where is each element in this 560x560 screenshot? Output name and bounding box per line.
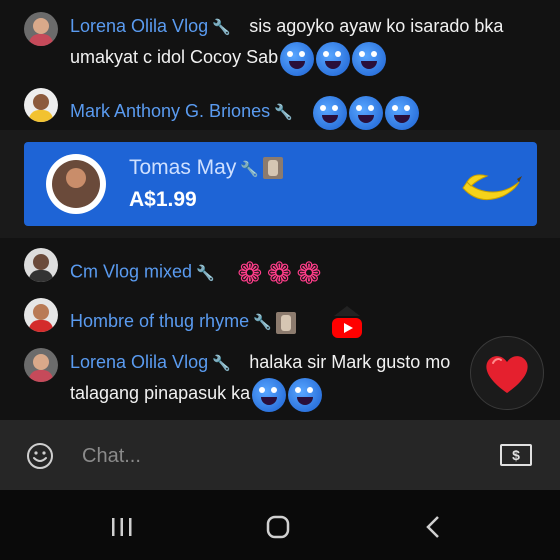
author-name[interactable]: Mark Anthony G. Briones — [70, 101, 270, 121]
avatar[interactable] — [24, 348, 58, 382]
waving-hand-icon: ❁ — [266, 257, 292, 290]
superchat-amount: A$1.99 — [129, 188, 197, 211]
laughing-emoji-icon — [288, 378, 323, 412]
author-name[interactable]: Hombre of thug rhyme — [70, 311, 249, 331]
laughing-emoji-icon — [385, 96, 420, 130]
avatar[interactable] — [24, 298, 58, 332]
smiley-icon[interactable] — [26, 442, 54, 470]
member-badge-icon — [263, 157, 284, 180]
message-text: sis agoyko ayaw ko isarado bka — [249, 16, 504, 36]
heart-icon — [486, 356, 528, 393]
home-icon[interactable] — [258, 512, 298, 542]
chat-input[interactable] — [80, 440, 464, 472]
wrench-icon: 🔧 — [212, 355, 231, 372]
youtube-icon — [330, 306, 364, 340]
laughing-emoji-icon — [252, 378, 287, 412]
wrench-icon: 🔧 — [212, 19, 231, 36]
laughing-emoji-icon — [352, 42, 387, 76]
author-name[interactable]: Lorena Olila Vlog — [70, 16, 208, 36]
super-chat-button[interactable]: $ — [500, 444, 532, 466]
chat-message: Mark Anthony G. Briones 🔧 — [0, 84, 560, 130]
chat-message: Cm Vlog mixed 🔧 ❁ ❁ ❁ — [0, 244, 560, 290]
waving-hand-icon: ❁ — [296, 257, 322, 290]
wrench-icon: 🔧 — [274, 104, 293, 122]
heart-reaction-button[interactable] — [470, 336, 544, 410]
message-text: halaka sir Mark gusto mo — [249, 352, 451, 372]
avatar[interactable] — [24, 12, 58, 46]
avatar[interactable] — [46, 154, 106, 214]
author-name[interactable]: Lorena Olila Vlog — [70, 352, 208, 372]
avatar[interactable] — [24, 248, 58, 282]
message-text: talagang pinapasuk ka — [70, 383, 251, 404]
author-name[interactable]: Cm Vlog mixed — [70, 262, 192, 282]
wrench-icon: 🔧 — [196, 264, 215, 282]
chat-input-bar: $ — [0, 420, 560, 490]
laughing-emoji-icon — [280, 42, 315, 76]
live-chat-feed[interactable]: Lorena Olila Vlog 🔧 sis agoyko ayaw ko is… — [0, 0, 560, 420]
chat-message: Lorena Olila Vlog 🔧 sis agoyko ayaw ko is… — [0, 6, 560, 76]
superchat-card[interactable]: Tomas May 🔧 A$1.99 — [24, 142, 537, 226]
wrench-icon: 🔧 — [253, 314, 272, 332]
dollar-icon: $ — [512, 447, 520, 463]
chat-message: Hombre of thug rhyme 🔧 — [0, 294, 560, 340]
laughing-emoji-icon — [313, 96, 348, 130]
message-text: umakyat c idol Cocoy Sab — [70, 47, 279, 68]
laughing-emoji-icon — [349, 96, 384, 130]
banana-sticker — [462, 174, 522, 201]
laughing-emoji-icon — [316, 42, 351, 76]
member-badge-icon — [275, 312, 296, 334]
wrench-icon: 🔧 — [240, 161, 260, 178]
recent-apps-icon[interactable] — [102, 512, 142, 542]
avatar[interactable] — [24, 88, 58, 122]
system-navigation-bar — [0, 490, 560, 560]
waving-hand-icon: ❁ — [237, 257, 263, 290]
back-icon[interactable] — [414, 512, 454, 542]
superchat-author[interactable]: Tomas May — [129, 156, 236, 179]
